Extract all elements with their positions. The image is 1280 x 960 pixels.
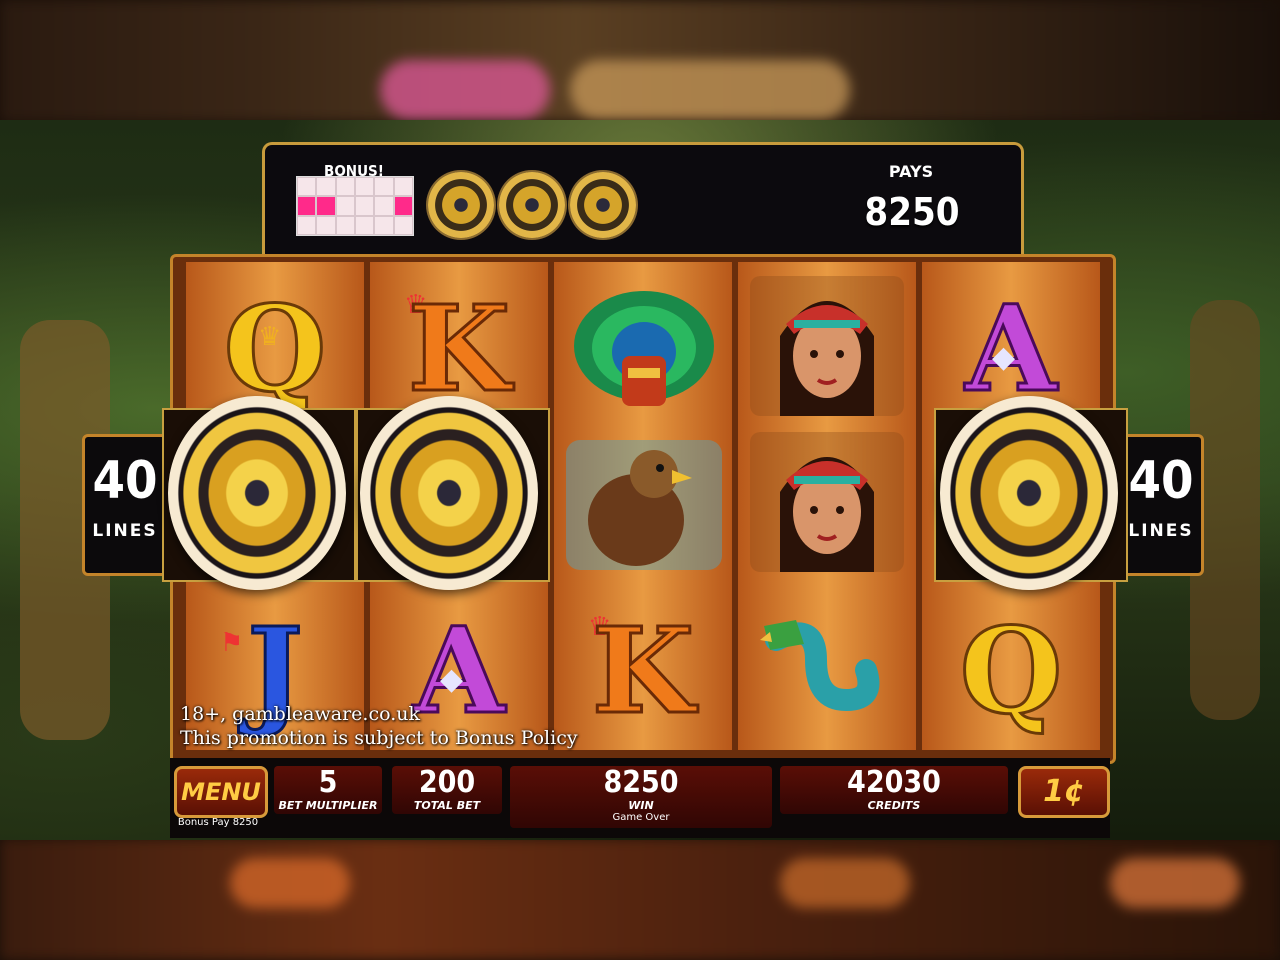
lines-badge-right: 40 LINES bbox=[1118, 434, 1204, 576]
princess-symbol bbox=[750, 432, 904, 572]
scatter-coin-symbol bbox=[360, 396, 538, 590]
blur-blob bbox=[230, 858, 350, 908]
bet-multiplier-label: BET MULTIPLIER bbox=[278, 799, 378, 812]
bonus-cell bbox=[297, 177, 317, 197]
princess-symbol bbox=[750, 276, 904, 416]
blur-blob bbox=[380, 60, 550, 120]
total-bet-field[interactable]: 200 TOTAL BET bbox=[392, 766, 502, 814]
bonus-cell bbox=[393, 215, 413, 235]
bonus-cell bbox=[316, 177, 336, 197]
diamond-icon: ◆ bbox=[440, 662, 464, 697]
credits-label: CREDITS bbox=[867, 799, 921, 812]
collected-coin-icon bbox=[570, 172, 636, 238]
blur-blob bbox=[780, 858, 910, 908]
bonus-cell bbox=[355, 215, 375, 235]
win-value: 8250 bbox=[603, 765, 679, 800]
bonus-cell bbox=[335, 196, 355, 216]
lines-label: LINES bbox=[92, 521, 158, 541]
bonus-cell bbox=[355, 177, 375, 197]
serpent-symbol bbox=[760, 620, 880, 712]
age-notice: 18+, gambleaware.co.uk bbox=[180, 703, 420, 725]
headdress-trim bbox=[628, 368, 660, 378]
total-bet-label: TOTAL BET bbox=[413, 799, 481, 812]
lines-label: LINES bbox=[1128, 521, 1194, 541]
credits-value: 42030 bbox=[847, 765, 941, 800]
headdress-symbol bbox=[574, 291, 714, 406]
bonus-policy-notice: This promotion is subject to Bonus Polic… bbox=[180, 727, 578, 749]
bonus-cell-lit bbox=[297, 196, 317, 216]
bonus-cell bbox=[393, 177, 413, 197]
scatter-coin-symbol bbox=[168, 396, 346, 590]
bonus-cell bbox=[335, 215, 355, 235]
credits-field: 42030 CREDITS bbox=[780, 766, 1008, 814]
pays-label: PAYS bbox=[888, 162, 934, 181]
menu-button[interactable]: MENU bbox=[174, 766, 268, 818]
blurred-bottom-band bbox=[0, 838, 1280, 960]
bonus-cell bbox=[374, 215, 394, 235]
lines-badge-left: 40 LINES bbox=[82, 434, 168, 576]
symbol-k: K bbox=[406, 279, 512, 418]
pays-value: 8250 bbox=[864, 190, 960, 234]
collected-coin-icon bbox=[428, 172, 494, 238]
scatter-coin-symbol bbox=[940, 396, 1118, 590]
bonus-cell bbox=[374, 196, 394, 216]
eagle-symbol bbox=[566, 440, 722, 570]
bonus-cell-lit bbox=[316, 196, 336, 216]
denomination-button[interactable]: 1¢ bbox=[1018, 766, 1110, 818]
bonus-cell bbox=[355, 196, 375, 216]
bonus-cell-lit bbox=[393, 196, 413, 216]
blur-blob bbox=[570, 60, 850, 120]
blur-blob bbox=[1110, 858, 1240, 908]
bet-multiplier-field[interactable]: 5 BET MULTIPLIER bbox=[274, 766, 382, 814]
disclaimer: 18+, gambleaware.co.uk This promotion is… bbox=[180, 702, 578, 750]
bonus-progress-grid bbox=[296, 176, 414, 236]
lines-count: 40 bbox=[92, 451, 158, 511]
symbol-q: Q bbox=[958, 601, 1064, 740]
bet-multiplier-value: 5 bbox=[318, 765, 338, 800]
game-status: Game Over bbox=[612, 812, 670, 823]
win-field: 8250 WIN Game Over bbox=[510, 766, 772, 828]
flag-icon: ⚑ bbox=[220, 628, 244, 658]
bonus-cell bbox=[316, 215, 336, 235]
headdress-band bbox=[622, 356, 666, 406]
win-label: WIN bbox=[628, 799, 654, 812]
lines-count: 40 bbox=[1128, 451, 1194, 511]
bonus-cell bbox=[335, 177, 355, 197]
collected-coin-icon bbox=[499, 172, 565, 238]
diamond-icon: ◆ bbox=[992, 340, 1016, 375]
symbol-k: K bbox=[590, 601, 696, 740]
blurred-top-band bbox=[0, 0, 1280, 122]
bonus-pay-text: Bonus Pay 8250 bbox=[177, 817, 259, 828]
crown-icon: ♛ bbox=[258, 322, 282, 352]
bonus-cell bbox=[297, 215, 317, 235]
bonus-cell bbox=[374, 177, 394, 197]
total-bet-value: 200 bbox=[418, 765, 476, 800]
